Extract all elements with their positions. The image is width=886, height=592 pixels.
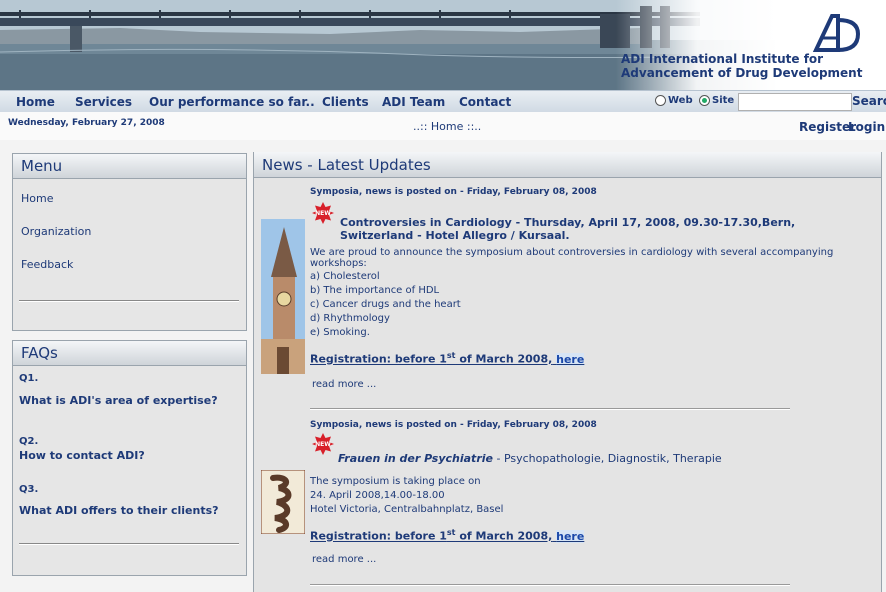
news-panel: News - Latest Updates Symposia, news is … bbox=[253, 152, 882, 592]
svg-text:NEW: NEW bbox=[315, 441, 331, 448]
faq-question-3[interactable]: What ADI offers to their clients? bbox=[19, 504, 219, 517]
site-header: ADI International Institute for Advancem… bbox=[0, 0, 886, 90]
news-intro: We are proud to announce the symposium a… bbox=[310, 247, 834, 269]
nav-clients[interactable]: Clients bbox=[322, 95, 369, 109]
scope-web-label: Web bbox=[668, 95, 693, 106]
news-list-item: b) The importance of HDL bbox=[310, 285, 440, 296]
news-meta: Symposia, news is posted on - Friday, Fe… bbox=[310, 420, 597, 430]
adi-logo-icon bbox=[812, 14, 860, 52]
brand-line-2: Advancement of Drug Development bbox=[621, 66, 863, 80]
scope-web-radio[interactable]: Web bbox=[655, 95, 693, 106]
registration-text-end: of March 2008, bbox=[455, 352, 553, 366]
faq-panel: FAQs Q1. What is ADI's area of expertise… bbox=[12, 340, 247, 576]
search-input[interactable] bbox=[738, 93, 852, 111]
faq-title: FAQs bbox=[13, 341, 246, 366]
nav-performance[interactable]: Our performance so far.. bbox=[149, 95, 315, 109]
nav-services[interactable]: Services bbox=[75, 95, 132, 109]
read-more-link[interactable]: read more ... bbox=[312, 554, 376, 565]
news-headline: Frauen in der Psychiatrie - Psychopathol… bbox=[310, 452, 855, 465]
news-body-line: Hotel Victoria, Centralbahnplatz, Basel bbox=[310, 504, 504, 515]
faq-number: Q2. bbox=[19, 436, 39, 447]
registration-here-link[interactable]: here bbox=[556, 352, 585, 366]
read-more-link[interactable]: read more ... bbox=[312, 379, 376, 390]
registration-text: Registration: before 1 bbox=[310, 529, 447, 543]
news-list-item: e) Smoking. bbox=[310, 327, 370, 338]
faq-question-2[interactable]: How to contact ADI? bbox=[19, 449, 145, 462]
faq-number: Q1. bbox=[19, 373, 39, 384]
radio-web-icon bbox=[655, 95, 666, 106]
menu-title: Menu bbox=[13, 154, 246, 179]
login-link[interactable]: Login bbox=[848, 120, 885, 134]
menu-item-feedback[interactable]: Feedback bbox=[21, 258, 73, 271]
news-headline-rest: - Psychopathologie, Diagnostik, Therapie bbox=[492, 452, 722, 465]
news-headline: Controversies in Cardiology - Thursday, … bbox=[310, 216, 855, 242]
news-list-item: d) Rhythmology bbox=[310, 313, 390, 324]
menu-item-home[interactable]: Home bbox=[21, 192, 53, 205]
news-separator bbox=[310, 584, 790, 586]
registration-line: Registration: before 1st of March 2008, … bbox=[310, 351, 585, 366]
faq-number: Q3. bbox=[19, 484, 39, 495]
brand-name: ADI International Institute for Advancem… bbox=[621, 52, 866, 80]
brand-line-1: ADI International Institute for bbox=[621, 52, 824, 66]
news-headline-text[interactable]: Controversies in Cardiology - Thursday, … bbox=[340, 216, 795, 242]
radio-site-icon bbox=[699, 95, 710, 106]
nav-home[interactable]: Home bbox=[16, 95, 55, 109]
news-title: News - Latest Updates bbox=[254, 152, 881, 178]
sculpture-image bbox=[261, 470, 305, 534]
registration-line: Registration: before 1st of March 2008, … bbox=[310, 528, 585, 543]
scope-site-label: Site bbox=[712, 95, 735, 106]
registration-text: Registration: before 1 bbox=[310, 352, 447, 366]
nav-adi-team[interactable]: ADI Team bbox=[382, 95, 445, 109]
registration-sup: st bbox=[446, 351, 456, 360]
current-date: Wednesday, February 27, 2008 bbox=[8, 118, 165, 128]
scope-site-radio[interactable]: Site bbox=[699, 95, 734, 106]
news-list-item: a) Cholesterol bbox=[310, 271, 380, 282]
registration-here-link[interactable]: here bbox=[556, 529, 585, 543]
menu-divider bbox=[19, 300, 239, 302]
registration-text-end: of March 2008, bbox=[455, 529, 553, 543]
news-meta: Symposia, news is posted on - Friday, Fe… bbox=[310, 187, 597, 197]
breadcrumb: ..:: Home ::.. bbox=[413, 120, 482, 133]
search-button[interactable]: Search bbox=[852, 94, 886, 108]
clock-tower-image bbox=[261, 219, 305, 374]
nav-contact[interactable]: Contact bbox=[459, 95, 511, 109]
faq-question-1[interactable]: What is ADI's area of expertise? bbox=[19, 394, 218, 407]
news-body-line: The symposium is taking place on bbox=[310, 476, 481, 487]
menu-item-organization[interactable]: Organization bbox=[21, 225, 91, 238]
menu-panel: Menu Home Organization Feedback bbox=[12, 153, 247, 331]
news-headline-em[interactable]: Frauen in der Psychiatrie bbox=[338, 452, 493, 465]
faq-divider bbox=[19, 543, 239, 545]
news-separator bbox=[310, 408, 790, 410]
news-list-item: c) Cancer drugs and the heart bbox=[310, 299, 461, 310]
registration-sup: st bbox=[446, 528, 456, 537]
news-body-line: 24. April 2008,14.00-18.00 bbox=[310, 490, 445, 501]
